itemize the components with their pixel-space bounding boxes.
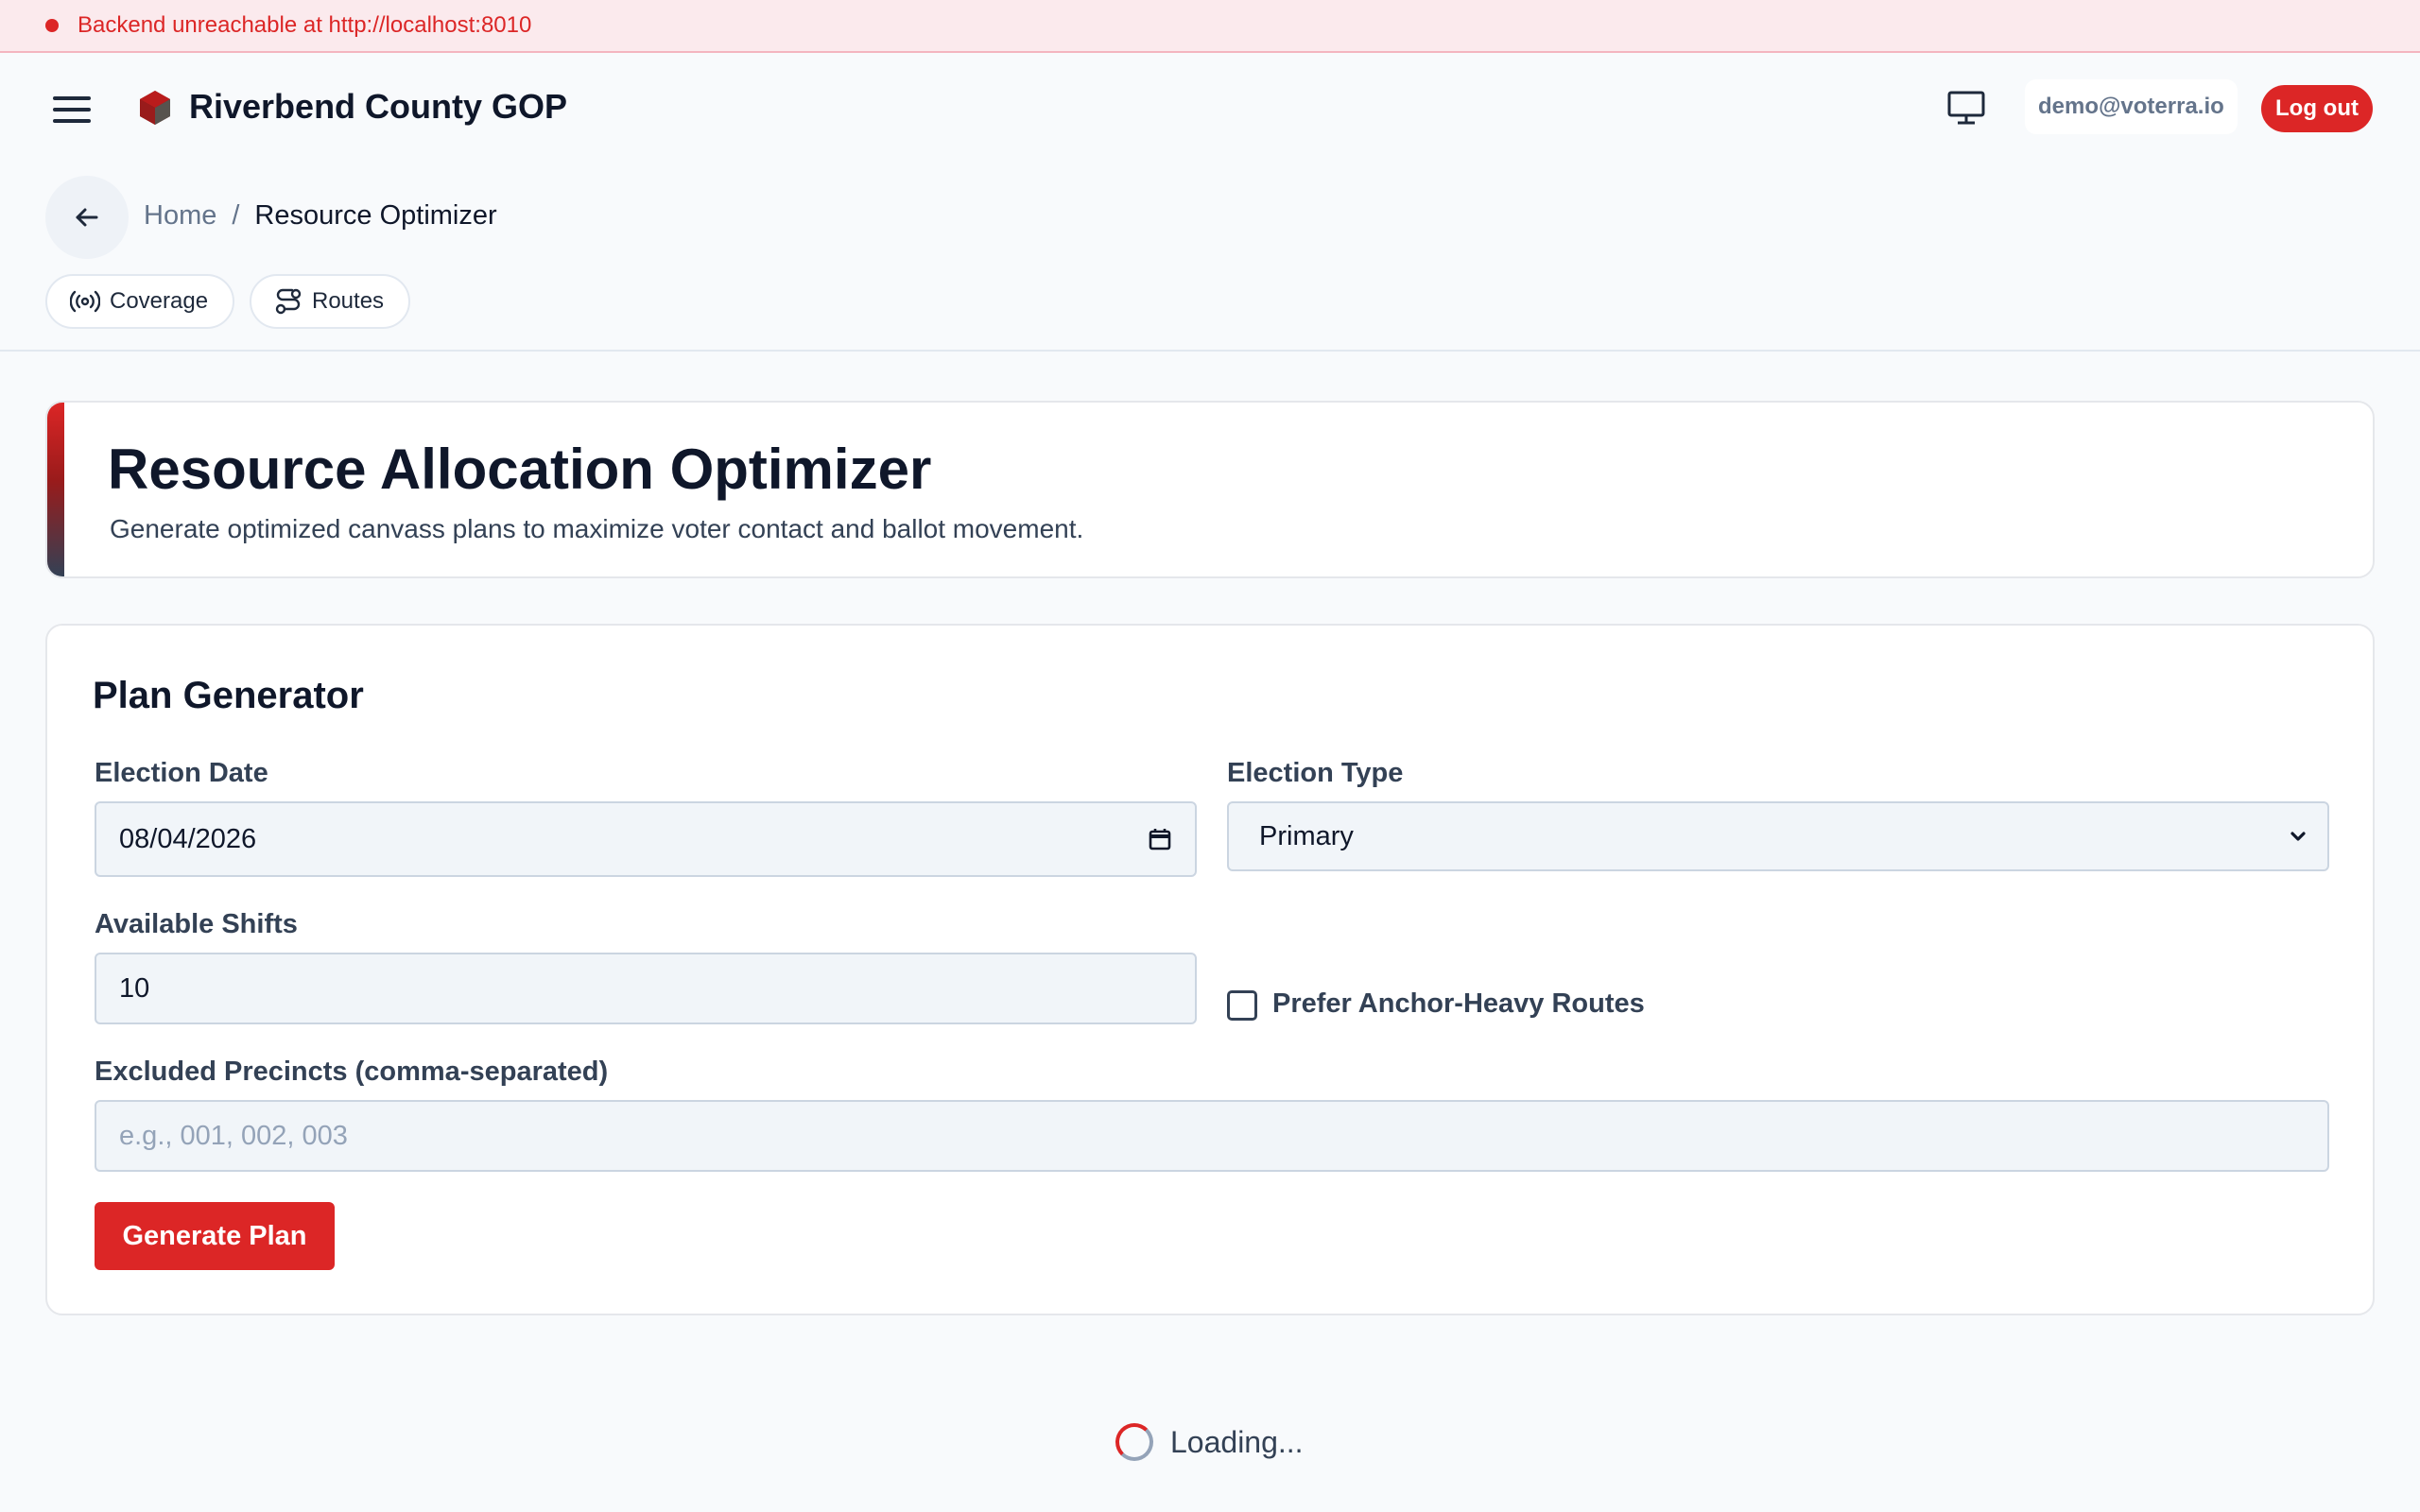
breadcrumb-current: Resource Optimizer xyxy=(254,200,497,231)
breadcrumb: Home / Resource Optimizer xyxy=(144,200,497,232)
monitor-icon[interactable] xyxy=(1945,89,1987,127)
calendar-icon[interactable] xyxy=(1148,827,1172,851)
election-type-value: Primary xyxy=(1259,820,1354,851)
prefer-anchor-checkbox[interactable] xyxy=(1227,990,1257,1021)
spinner-icon xyxy=(1115,1423,1153,1461)
election-type-select[interactable]: Primary xyxy=(1227,801,2329,871)
tab-coverage-label: Coverage xyxy=(110,288,209,314)
page-subtitle: Generate optimized canvass plans to maxi… xyxy=(110,514,1084,543)
arrow-left-icon xyxy=(76,208,98,227)
page-title: Resource Allocation Optimizer xyxy=(108,438,932,501)
election-date-value: 08/04/2026 xyxy=(119,823,257,854)
election-date-label: Election Date xyxy=(95,758,268,788)
tab-coverage[interactable]: Coverage xyxy=(45,274,234,329)
app-title: Riverbend County GOP xyxy=(189,87,568,126)
breadcrumb-home-link[interactable]: Home xyxy=(144,200,216,232)
election-date-input[interactable]: 08/04/2026 xyxy=(95,801,1197,877)
available-shifts-label: Available Shifts xyxy=(95,909,298,939)
app-header: Riverbend County GOP demo@voterra.io Log… xyxy=(0,53,2420,352)
available-shifts-value: 10 xyxy=(119,972,150,1004)
back-button[interactable] xyxy=(45,176,129,259)
tab-routes[interactable]: Routes xyxy=(250,274,410,329)
hero-card: Resource Allocation Optimizer Generate o… xyxy=(45,401,2375,578)
user-email: demo@voterra.io xyxy=(2025,79,2238,134)
logout-button[interactable]: Log out xyxy=(2261,85,2373,132)
cube-logo-icon xyxy=(140,91,170,125)
generate-plan-button[interactable]: Generate Plan xyxy=(95,1202,335,1270)
plan-generator-card: Plan Generator Election Date 08/04/2026 … xyxy=(45,624,2375,1315)
chevron-down-icon xyxy=(2290,832,2306,841)
loading-text: Loading... xyxy=(1170,1424,1304,1459)
broadcast-icon xyxy=(70,290,100,313)
breadcrumb-separator: / xyxy=(232,200,240,231)
error-banner: Backend unreachable at http://localhost:… xyxy=(0,0,2420,53)
plan-generator-heading: Plan Generator xyxy=(93,675,364,716)
prefer-anchor-label[interactable]: Prefer Anchor-Heavy Routes xyxy=(1272,988,1645,1020)
error-message: Backend unreachable at http://localhost:… xyxy=(78,12,532,38)
hero-accent-bar xyxy=(47,403,64,576)
excluded-precincts-label: Excluded Precincts (comma-separated) xyxy=(95,1057,609,1087)
tab-routes-label: Routes xyxy=(312,288,385,314)
loading-indicator: Loading... xyxy=(1115,1423,1304,1461)
route-icon xyxy=(275,288,302,315)
excluded-precincts-input[interactable] xyxy=(119,1120,2305,1152)
available-shifts-input[interactable]: 10 xyxy=(95,953,1197,1024)
excluded-precincts-field[interactable] xyxy=(95,1100,2329,1172)
election-type-label: Election Type xyxy=(1227,758,1404,788)
menu-icon[interactable] xyxy=(53,91,91,129)
error-dot-icon xyxy=(45,19,59,32)
